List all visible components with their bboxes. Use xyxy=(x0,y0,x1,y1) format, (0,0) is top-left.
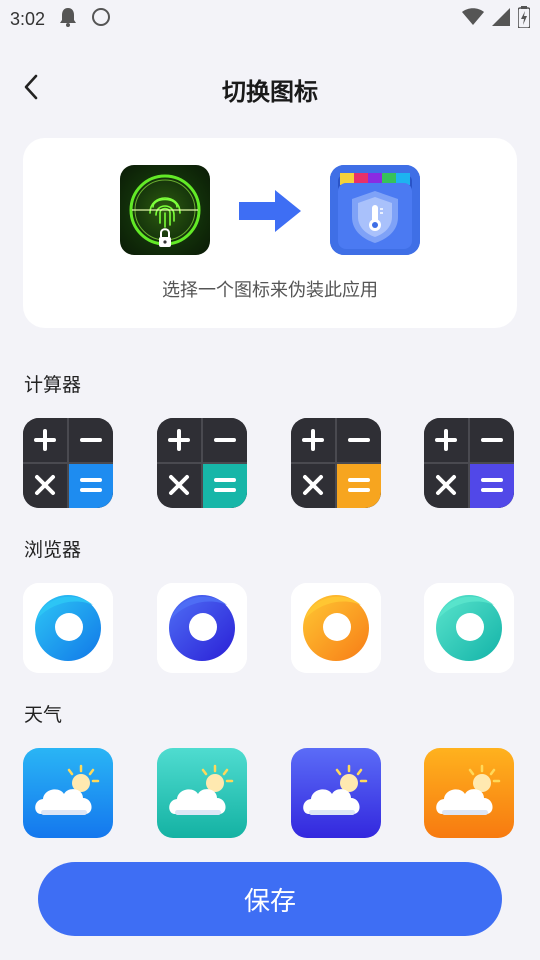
disguised-app-icon xyxy=(330,165,420,255)
weather-icon-option[interactable] xyxy=(157,748,247,838)
weather-icon-row xyxy=(23,748,517,838)
section-title-weather: 天气 xyxy=(24,704,63,726)
calculator-icon xyxy=(291,418,381,508)
cloud-sun-icon xyxy=(291,748,381,838)
browser-icon-row xyxy=(23,583,517,673)
cloud-sun-icon xyxy=(23,748,113,838)
notification-bell-icon xyxy=(59,7,77,31)
calculator-icon-row xyxy=(23,418,517,508)
fingerprint-lock-icon xyxy=(129,174,201,247)
current-app-icon xyxy=(120,165,210,255)
arrow-right-icon xyxy=(239,190,301,232)
calculator-icon-option[interactable] xyxy=(23,418,113,508)
save-button[interactable]: 保存 xyxy=(38,862,502,936)
status-time: 3:02 xyxy=(10,8,46,29)
status-bar: 3:02 xyxy=(0,0,540,38)
calculator-icon-option[interactable] xyxy=(424,418,514,508)
browser-ring-icon xyxy=(23,583,113,673)
weather-icon-option[interactable] xyxy=(23,748,113,838)
section-title-browser: 浏览器 xyxy=(24,539,82,561)
calculator-icon-option[interactable] xyxy=(157,418,247,508)
wifi-icon xyxy=(462,8,484,30)
shield-thermometer-icon xyxy=(330,165,420,255)
header: 切换图标 xyxy=(0,62,540,112)
browser-icon-option[interactable] xyxy=(291,583,381,673)
icon-preview-card: 选择一个图标来伪装此应用 xyxy=(23,138,517,328)
cloud-sun-icon xyxy=(157,748,247,838)
section-title-calculator: 计算器 xyxy=(24,374,82,396)
browser-icon-option[interactable] xyxy=(157,583,247,673)
browser-ring-icon xyxy=(291,583,381,673)
browser-icon-option[interactable] xyxy=(23,583,113,673)
browser-ring-icon xyxy=(157,583,247,673)
page-title: 切换图标 xyxy=(222,78,318,106)
weather-icon-option[interactable] xyxy=(424,748,514,838)
calculator-icon xyxy=(157,418,247,508)
calculator-icon-option[interactable] xyxy=(291,418,381,508)
calculator-icon xyxy=(424,418,514,508)
cloud-sun-icon xyxy=(424,748,514,838)
circle-status-icon xyxy=(91,7,111,31)
battery-icon xyxy=(517,6,531,32)
preview-caption: 选择一个图标来伪装此应用 xyxy=(162,280,378,301)
weather-icon-option[interactable] xyxy=(291,748,381,838)
browser-ring-icon xyxy=(424,583,514,673)
cell-signal-icon xyxy=(492,8,510,30)
calculator-icon xyxy=(23,418,113,508)
browser-icon-option[interactable] xyxy=(424,583,514,673)
